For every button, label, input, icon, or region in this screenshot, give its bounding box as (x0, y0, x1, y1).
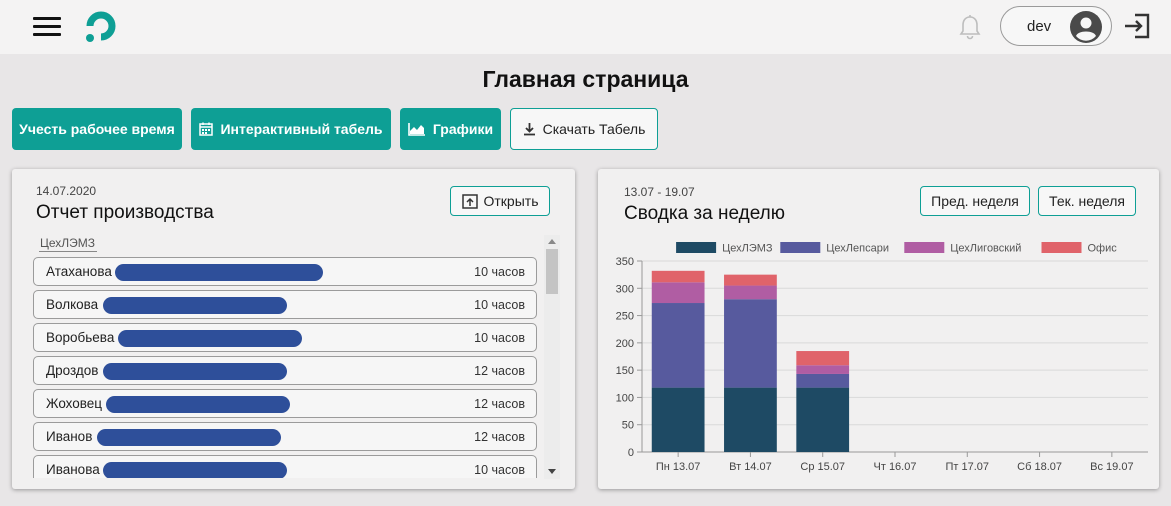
list-scrollbar[interactable] (544, 235, 560, 479)
employee-hours: 12 часов (474, 430, 525, 444)
x-tick-label: Чт 16.07 (874, 461, 917, 473)
bar-segment (651, 303, 705, 388)
y-tick-label: 300 (616, 283, 634, 295)
report-title: Отчет производства (36, 202, 214, 223)
bar-segment (796, 365, 850, 374)
bar-segment (796, 351, 850, 366)
legend-swatch (904, 242, 945, 253)
list-item[interactable]: Атаханова 10 часов (33, 257, 537, 286)
employee-name: Иванова (46, 462, 100, 477)
open-in-icon (461, 193, 478, 209)
list-item[interactable]: Дроздов 12 часов (33, 356, 537, 385)
track-time-button[interactable]: Учесть рабочее время (12, 108, 182, 150)
bar-segment (796, 387, 850, 452)
employee-list: Атаханова 10 часов Волкова 10 часов Воро… (33, 254, 541, 478)
y-tick-label: 100 (616, 392, 634, 404)
employee-name: Дроздов (46, 363, 99, 378)
group-label: ЦехЛЭМЗ (39, 236, 98, 252)
list-item[interactable]: Иванов 12 часов (33, 422, 537, 451)
logout-icon[interactable] (1122, 11, 1152, 41)
app-logo[interactable] (82, 11, 118, 45)
redacted-bar (118, 330, 302, 347)
employee-hours: 12 часов (474, 364, 525, 378)
bar-segment (651, 270, 705, 283)
interactive-timesheet-button[interactable]: Интерактивный табель (191, 108, 391, 150)
open-report-label: Открыть (483, 193, 539, 209)
weekly-chart: 0 50 100 150 200 250 300 350 Пн 13.07 Вт 14.07 Ср … (616, 242, 1148, 473)
scroll-up-arrow[interactable] (548, 239, 556, 244)
top-bar: dev (0, 0, 1171, 54)
y-tick-label: 150 (616, 365, 634, 377)
y-tick-label: 0 (628, 447, 634, 459)
employee-name: Иванов (46, 429, 93, 444)
y-tick-label: 200 (616, 338, 634, 350)
download-icon (523, 122, 536, 136)
legend-swatch (676, 242, 717, 253)
bar-segment (796, 373, 850, 388)
weekly-summary-card: 13.07 - 19.07 Сводка за неделю Пред. нед… (598, 169, 1159, 489)
interactive-timesheet-label: Интерактивный табель (220, 121, 383, 137)
bar-segment (724, 285, 777, 300)
employee-hours: 12 часов (474, 397, 525, 411)
open-report-button[interactable]: Открыть (450, 186, 550, 216)
y-tick-label: 250 (616, 311, 634, 323)
scrollbar-thumb[interactable] (546, 249, 558, 294)
track-time-label: Учесть рабочее время (19, 121, 175, 137)
x-tick-label: Пн 13.07 (656, 461, 701, 473)
charts-button[interactable]: Графики (400, 108, 501, 150)
legend-swatch (780, 242, 821, 253)
employee-name: Волкова (46, 297, 99, 312)
x-tick-label: Ср 15.07 (800, 461, 845, 473)
x-tick-label: Сб 18.07 (1017, 461, 1062, 473)
x-tick-label: Пт 17.07 (946, 461, 990, 473)
legend-swatch (1041, 242, 1082, 253)
redacted-bar (106, 396, 290, 413)
page-title: Главная страница (482, 66, 689, 92)
legend-label: ЦехЛиговский (950, 243, 1021, 255)
redacted-bar (97, 429, 281, 446)
list-item[interactable]: Иванова 10 часов (33, 455, 537, 478)
bell-icon[interactable] (958, 14, 982, 40)
user-name: dev (1027, 18, 1052, 35)
calendar-icon (199, 122, 214, 136)
legend-label: Офис (1088, 243, 1118, 255)
legend-label: ЦехЛЭМЗ (722, 243, 773, 255)
production-report-card: 14.07.2020 Отчет производства Открыть Це… (12, 169, 575, 489)
employee-name: Атаханова (46, 264, 112, 279)
list-item[interactable]: Жоховец 12 часов (33, 389, 537, 418)
bar-segment (724, 299, 777, 388)
scroll-down-arrow[interactable] (548, 469, 556, 474)
employee-hours: 10 часов (474, 298, 525, 312)
y-tick-label: 50 (622, 420, 634, 432)
bar-segment (724, 387, 777, 452)
account-icon (1070, 11, 1102, 43)
employee-name: Воробьева (46, 330, 115, 345)
employee-name: Жоховец (46, 396, 103, 411)
download-timesheet-button[interactable]: Скачать Табель (510, 108, 658, 150)
menu-icon[interactable] (33, 17, 61, 37)
charts-label: Графики (432, 121, 494, 137)
bar-segment (651, 282, 705, 304)
list-item[interactable]: Волкова 10 часов (33, 290, 537, 319)
report-date: 14.07.2020 (36, 184, 97, 198)
y-tick-label: 350 (616, 256, 634, 268)
area-chart-icon (408, 122, 426, 136)
bar-segment (651, 387, 705, 452)
download-timesheet-label: Скачать Табель (542, 121, 646, 137)
list-item[interactable]: Воробьева 10 часов (33, 323, 537, 352)
bar-segment (724, 274, 777, 286)
redacted-bar (103, 462, 287, 478)
x-tick-label: Вс 19.07 (1090, 461, 1133, 473)
employee-hours: 10 часов (474, 331, 525, 345)
redacted-bar (115, 264, 323, 281)
legend-label: ЦехЛепсари (826, 243, 889, 255)
employee-hours: 10 часов (474, 463, 525, 477)
x-tick-label: Вт 14.07 (729, 461, 772, 473)
employee-hours: 10 часов (474, 265, 525, 279)
redacted-bar (103, 297, 287, 314)
redacted-bar (103, 363, 287, 380)
user-menu-button[interactable]: dev (1000, 6, 1112, 46)
